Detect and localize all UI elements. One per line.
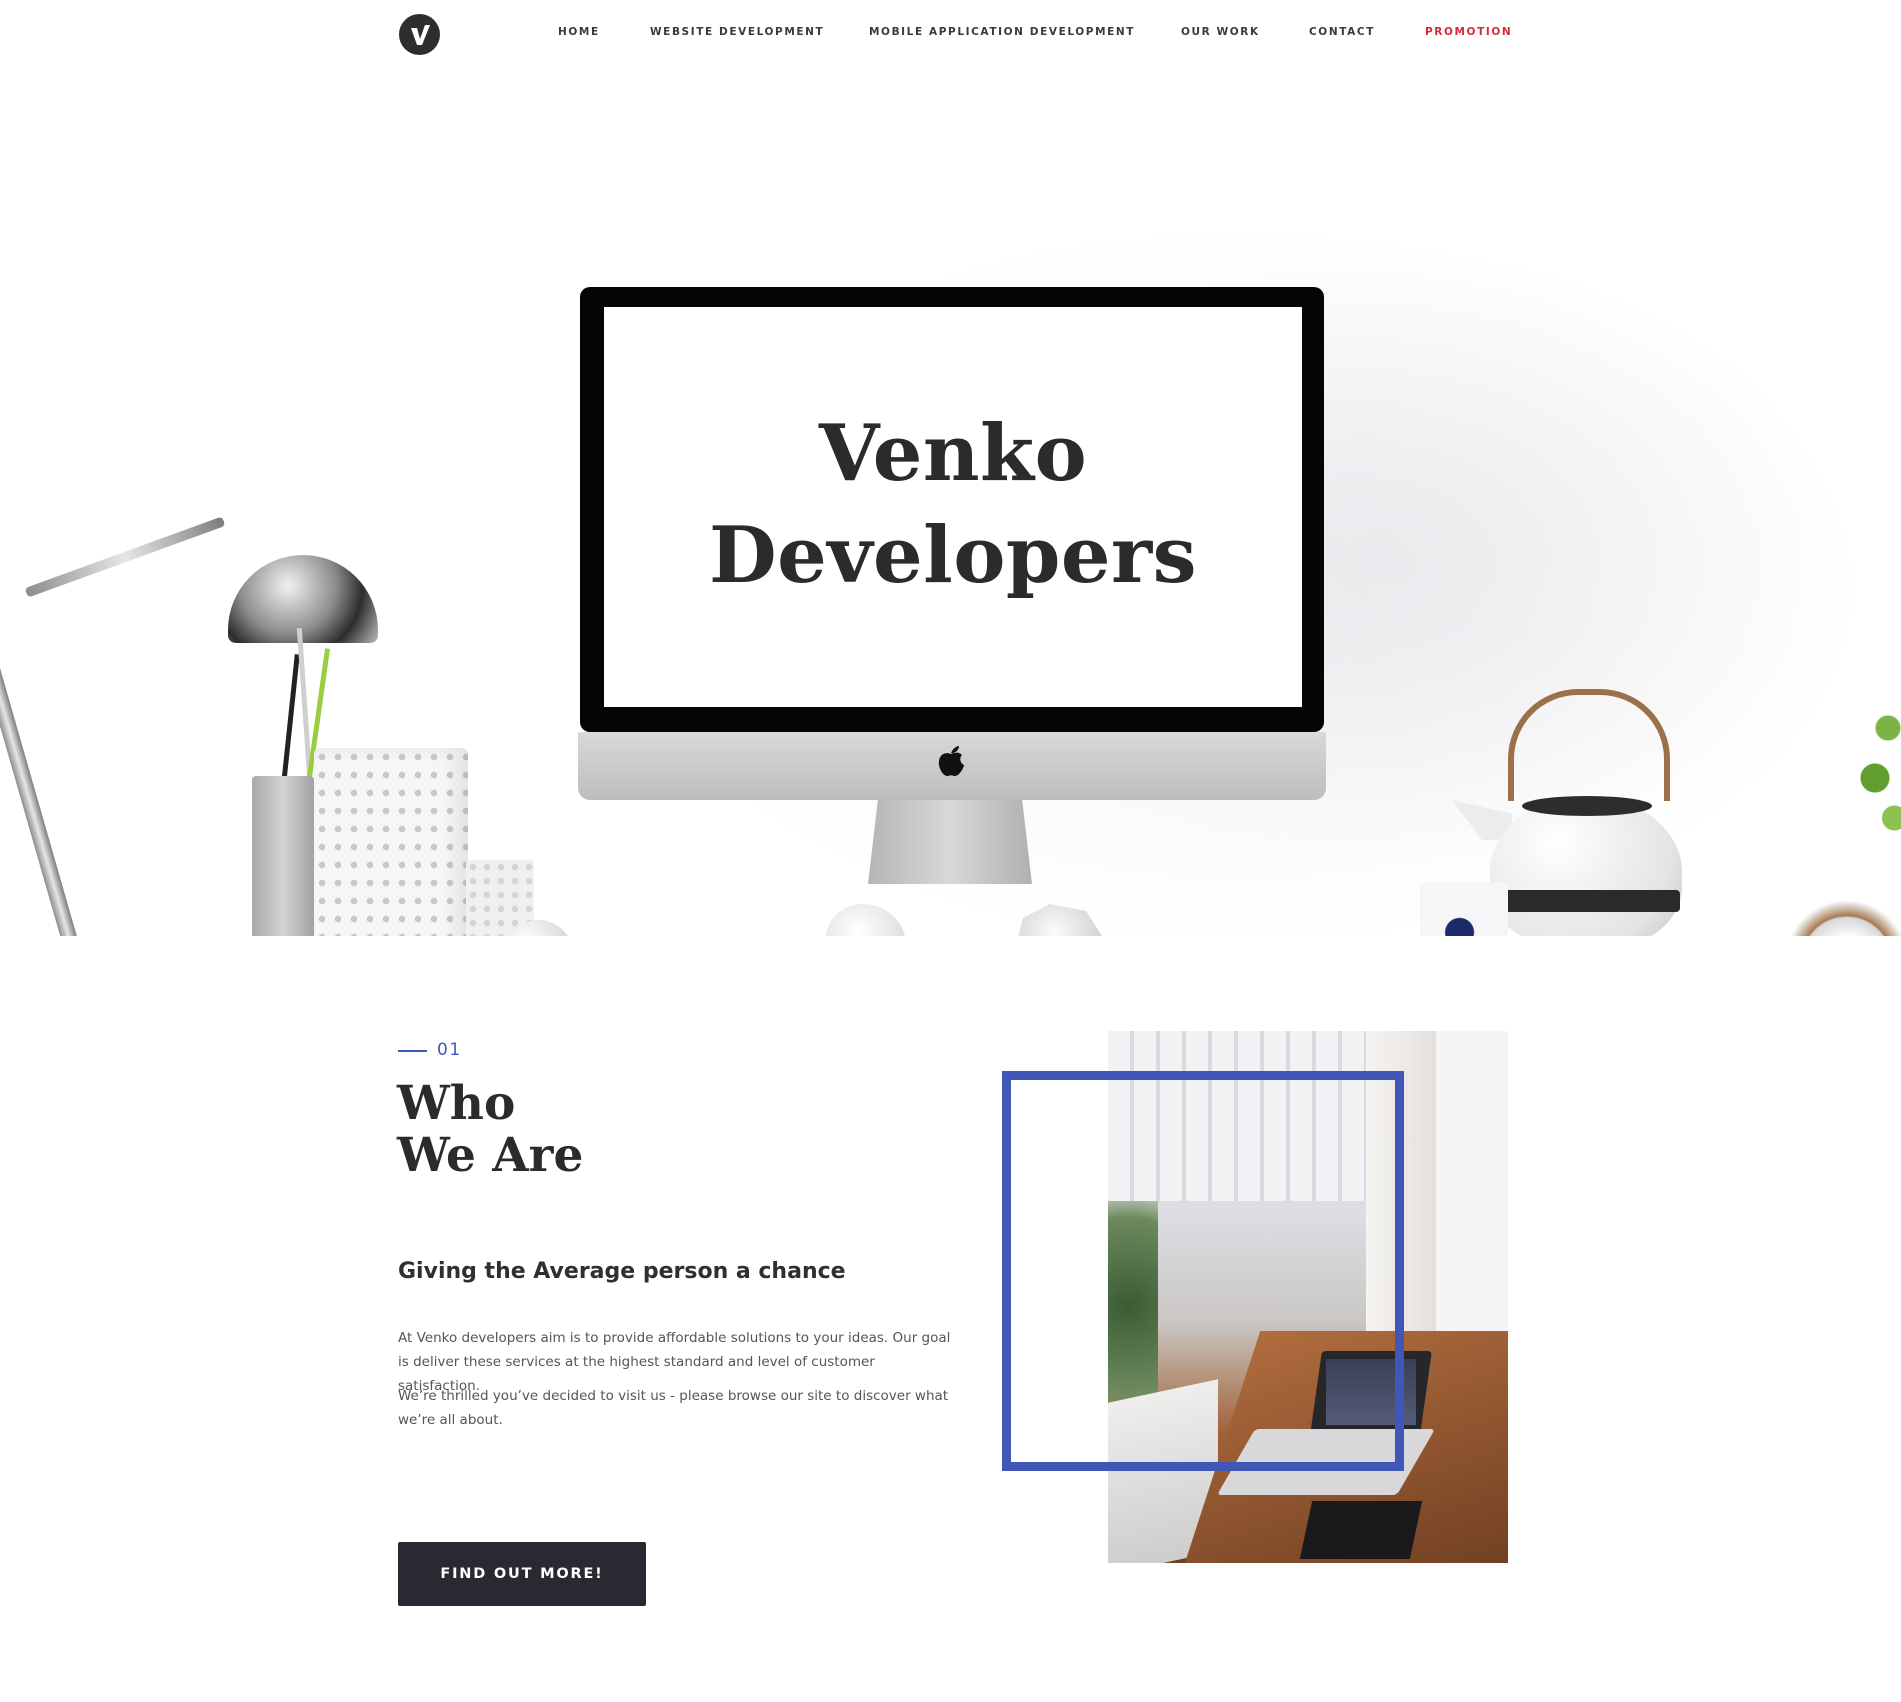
plant [1836,668,1901,868]
nav-item-website-development[interactable]: WEBSITE DEVELOPMENT [650,26,824,38]
teapot-lid [1522,796,1652,816]
nav-item-home[interactable]: HOME [558,26,600,38]
desk-lamp-arm-upper [24,516,226,598]
top-navigation: HOME WEBSITE DEVELOPMENT MOBILE APPLICAT… [0,0,1901,68]
pencil [281,654,300,784]
desk-lamp-shade [228,555,378,643]
office-window [1436,1031,1508,1331]
accent-frame [1002,1071,1404,1471]
about-paragraph-2: We’re thrilled you’ve decided to visit u… [398,1388,949,1428]
section-tagline: Giving the Average person a chance [398,1259,846,1284]
nav-item-our-work[interactable]: OUR WORK [1181,26,1260,38]
nav-item-contact[interactable]: CONTACT [1309,26,1375,38]
perforated-white-cup [314,748,468,936]
crumpled-paper [1014,904,1104,936]
concrete-pen-cup [252,776,314,936]
main-menu: HOME WEBSITE DEVELOPMENT MOBILE APPLICAT… [0,26,1901,42]
teacup [1420,882,1508,936]
apple-logo-icon [936,744,966,787]
headphones [1720,898,1901,936]
section-heading-line2: We Are [397,1128,584,1183]
section-heading: Who We Are [397,1078,583,1182]
section-number-line [398,1050,427,1052]
ceramic-bird [826,904,906,936]
office-tablet [1299,1501,1423,1559]
hero-banner: Venko Developers [0,68,1901,936]
section-heading-line1: Who [397,1076,516,1131]
hero-title-line1: Venko [818,408,1088,499]
section-number-text: 01 [437,1040,462,1060]
hero-title-line2: Developers [708,510,1198,601]
monitor-stand [868,800,1032,884]
teapot-handle [1508,689,1670,801]
teapot-band [1494,890,1680,912]
nav-item-promotion[interactable]: PROMOTION [1425,26,1512,38]
desk-lamp-arm [0,541,80,936]
hero-title: Venko Developers [604,403,1302,607]
nav-item-mobile-application-development[interactable]: MOBILE APPLICATION DEVELOPMENT [869,26,1135,38]
find-out-more-button[interactable]: FIND OUT MORE! [398,1542,646,1606]
teapot [1490,796,1682,936]
